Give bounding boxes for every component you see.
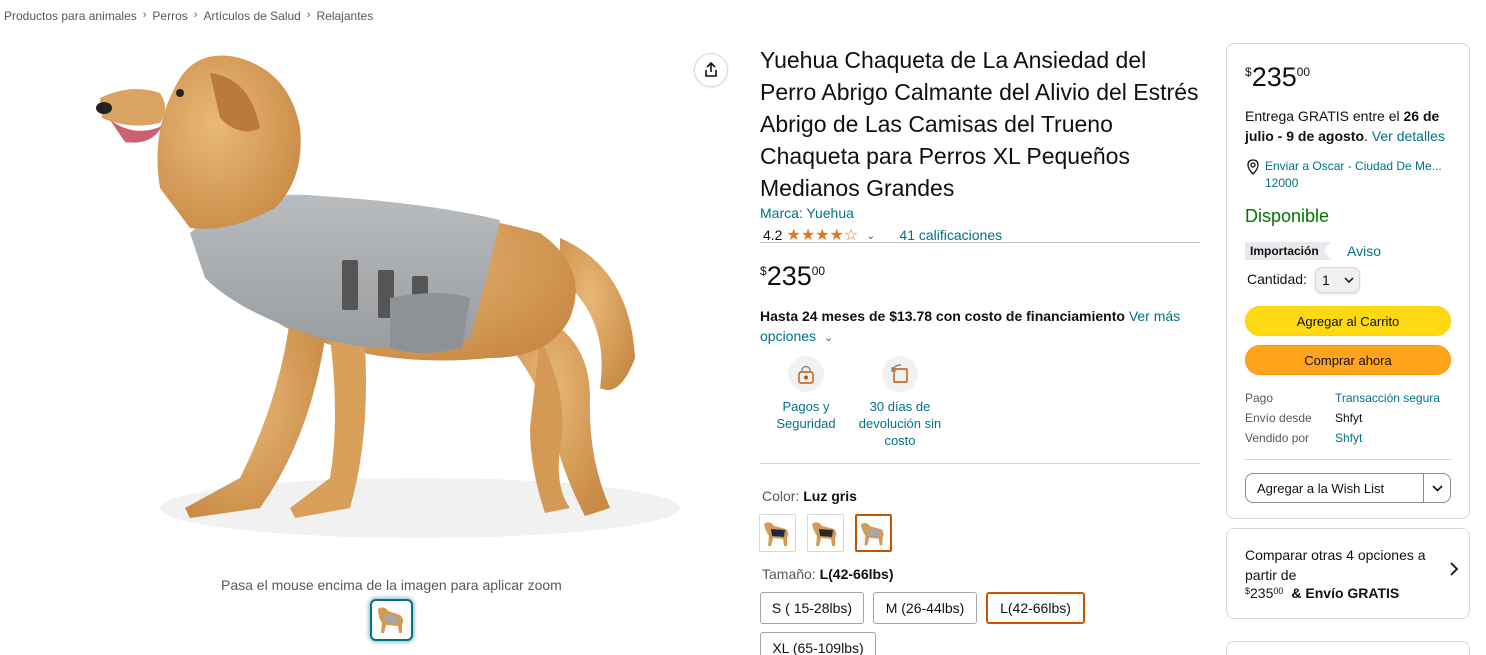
compare-price: $ 235 00 & Envío GRATIS <box>1245 585 1399 601</box>
price-fraction: 00 <box>1273 586 1284 596</box>
color-label-text: Color: <box>762 488 800 504</box>
badge-label: Pagos y Seguridad <box>776 399 836 431</box>
buybox-price: $ 235 00 <box>1245 62 1310 92</box>
price-whole: 235 <box>1250 585 1274 601</box>
compare-text: Comparar otras 4 opciones a partir de <box>1245 547 1426 583</box>
chevron-down-icon[interactable]: ⌄ <box>866 229 875 242</box>
brand-link[interactable]: Marca: Yuehua <box>760 205 854 221</box>
rating-value: 4.2 <box>763 227 783 243</box>
quantity-label: Cantidad: <box>1247 271 1307 287</box>
size-option-s[interactable]: S ( 15-28lbs) <box>760 592 864 624</box>
info-row-payment: Pago Transacción segura <box>1245 391 1440 405</box>
size-option-m[interactable]: M (26-44lbs) <box>873 592 977 624</box>
chevron-right-icon <box>1450 562 1459 576</box>
breadcrumb: Productos para animales › Perros › Artíc… <box>4 9 373 23</box>
import-badge: Importación <box>1245 242 1331 260</box>
wishlist-dropdown[interactable] <box>1424 474 1450 502</box>
buy-box: $ 235 00 Entrega GRATIS entre el 26 de j… <box>1226 43 1470 519</box>
product-title: Yuehua Chaqueta de La Ansiedad del Perro… <box>760 47 1199 201</box>
badge-returns[interactable]: 30 días de devolución sin costo <box>850 356 950 449</box>
quantity-select[interactable]: 1 <box>1315 267 1360 293</box>
info-key: Pago <box>1245 391 1274 405</box>
divider <box>760 242 1200 243</box>
wishlist-label[interactable]: Agregar a la Wish List <box>1246 474 1424 502</box>
price-symbol: $ <box>760 264 767 278</box>
financing-text: Hasta 24 meses de $13.78 con costo de fi… <box>760 308 1125 324</box>
color-value: Luz gris <box>803 488 857 504</box>
color-swatch-light-gray[interactable] <box>855 514 892 552</box>
location-pin-icon <box>1247 159 1259 175</box>
product-price: $ 235 00 <box>760 260 825 292</box>
breadcrumb-item[interactable]: Relajantes <box>317 9 374 23</box>
add-to-wishlist-button[interactable]: Agregar a la Wish List <box>1245 473 1451 503</box>
badge-label: 30 días de devolución sin costo <box>858 399 942 448</box>
ratings-count-link[interactable]: 41 calificaciones <box>899 227 1002 243</box>
quantity-value: 1 <box>1322 272 1330 288</box>
info-row-ships-from: Envío desde Shfyt <box>1245 411 1362 425</box>
size-label: Tamaño: L(42-66lbs) <box>762 566 894 582</box>
next-section-box <box>1226 641 1470 655</box>
compare-shipping: & Envío GRATIS <box>1291 585 1400 601</box>
image-thumbnail[interactable] <box>370 599 413 641</box>
location-line: Enviar a Oscar - Ciudad De Me... <box>1265 159 1442 173</box>
chevron-down-icon <box>1344 277 1354 283</box>
breadcrumb-item[interactable]: Perros <box>152 9 187 23</box>
color-label: Color: Luz gris <box>762 488 857 504</box>
breadcrumb-separator: › <box>193 9 198 21</box>
info-row-sold-by: Vendido por Shfyt <box>1245 431 1362 445</box>
share-icon <box>705 61 717 77</box>
import-notice-link[interactable]: Aviso <box>1347 243 1381 259</box>
size-option-xl[interactable]: XL (65-109lbs) <box>760 632 876 655</box>
add-to-cart-button[interactable]: Agregar al Carrito <box>1245 306 1451 336</box>
return-icon <box>882 356 918 392</box>
size-option-l[interactable]: L(42-66lbs) <box>986 592 1085 624</box>
badge-secure-payment[interactable]: Pagos y Seguridad <box>756 356 856 432</box>
secure-payment-icon <box>788 356 824 392</box>
price-fraction: 00 <box>811 264 826 278</box>
delivery-info: Entrega GRATIS entre el 26 de julio - 9 … <box>1245 108 1445 144</box>
info-value: Shfyt <box>1335 411 1363 425</box>
chevron-down-icon[interactable]: ⌄ <box>824 332 833 344</box>
size-label-text: Tamaño: <box>762 566 816 582</box>
delivery-prefix: Entrega GRATIS entre el <box>1245 108 1400 124</box>
chevron-down-icon <box>1431 484 1443 492</box>
info-value-link[interactable]: Shfyt <box>1335 431 1362 445</box>
price-whole: 235 <box>766 261 812 291</box>
price-symbol: $ <box>1245 65 1252 79</box>
breadcrumb-separator: › <box>142 9 147 21</box>
price-whole: 235 <box>1251 62 1297 92</box>
color-swatch-navy[interactable] <box>759 514 796 552</box>
breadcrumb-separator: › <box>306 9 311 21</box>
info-key: Envío desde <box>1245 411 1312 425</box>
divider <box>760 463 1200 464</box>
info-key: Vendido por <box>1245 431 1310 445</box>
compare-offers-box[interactable]: Comparar otras 4 opciones a partir de $ … <box>1226 528 1470 619</box>
size-value: L(42-66lbs) <box>819 566 894 582</box>
location-postal: 12000 <box>1265 176 1299 190</box>
product-main-image[interactable] <box>90 38 690 576</box>
divider <box>1245 459 1451 460</box>
info-value-link[interactable]: Transacción segura <box>1335 391 1440 405</box>
breadcrumb-item[interactable]: Artículos de Salud <box>203 9 300 23</box>
financing-info: Hasta 24 meses de $13.78 con costo de fi… <box>760 306 1200 348</box>
color-swatch-black[interactable] <box>807 514 844 552</box>
share-button[interactable] <box>694 53 728 87</box>
delivery-location-link[interactable]: Enviar a Oscar - Ciudad De Me... 12000 <box>1245 158 1455 192</box>
zoom-hint: Pasa el mouse encima de la imagen para a… <box>221 577 562 593</box>
delivery-details-link[interactable]: Ver detalles <box>1372 128 1445 144</box>
price-fraction: 00 <box>1296 65 1311 79</box>
breadcrumb-item[interactable]: Productos para animales <box>4 9 137 23</box>
availability-status: Disponible <box>1245 206 1330 226</box>
buy-now-button[interactable]: Comprar ahora <box>1245 345 1451 375</box>
